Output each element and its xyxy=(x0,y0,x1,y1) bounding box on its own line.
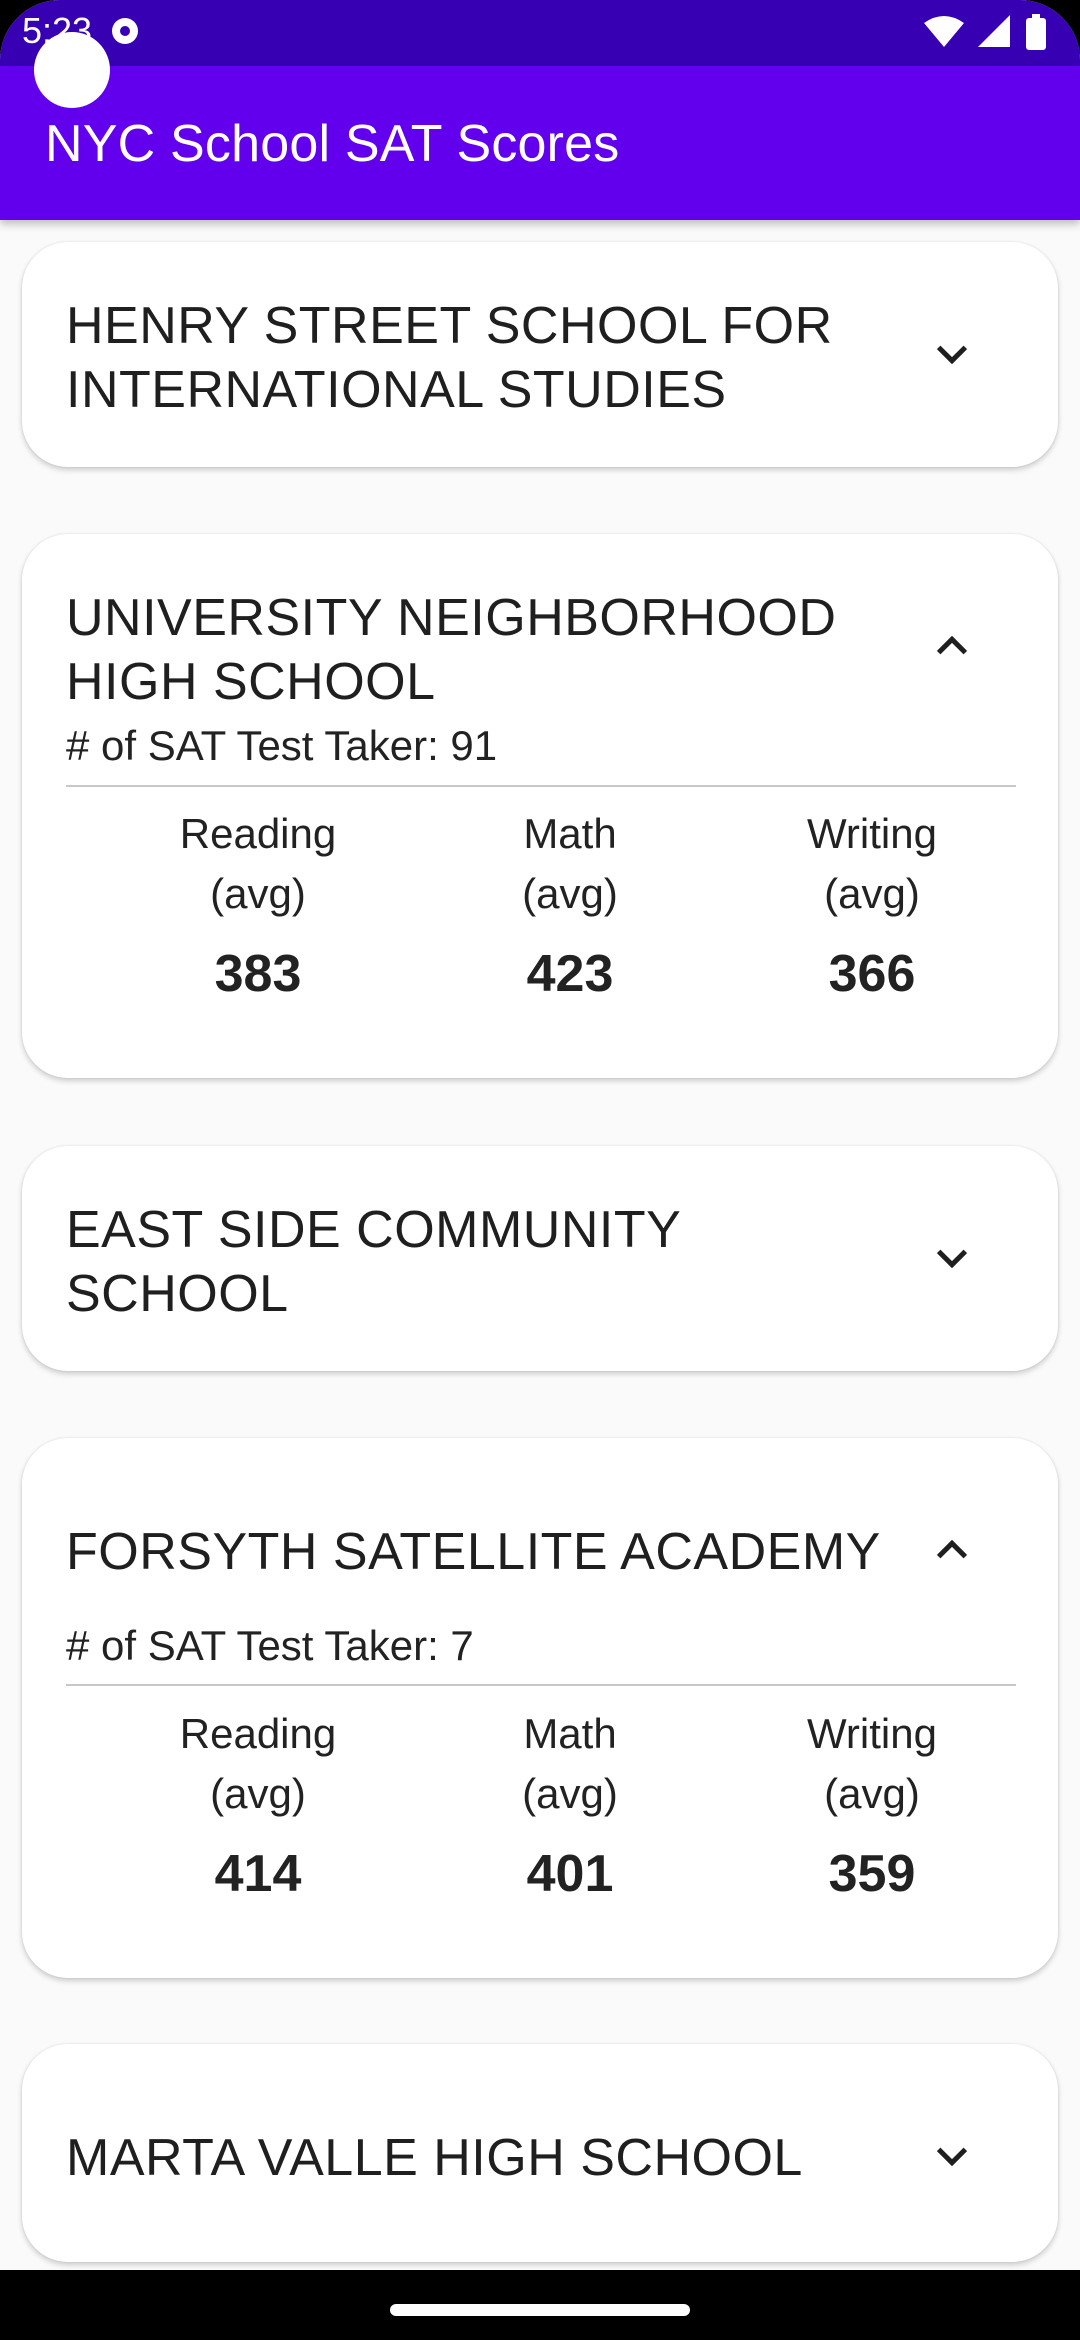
school-name: MARTA VALLE HIGH SCHOOL xyxy=(66,2129,803,2187)
signal-icon xyxy=(978,15,1010,47)
chevron-down-icon[interactable] xyxy=(932,2136,972,2176)
school-card-university-neighborhood[interactable]: UNIVERSITY NEIGHBORHOOD HIGH SCHOOL # of… xyxy=(22,534,1058,1078)
school-name: UNIVERSITY NEIGHBORHOOD HIGH SCHOOL xyxy=(66,589,837,711)
math-value: 401 xyxy=(526,1845,614,1903)
school-card-east-side[interactable]: EAST SIDE COMMUNITY SCHOOL xyxy=(22,1146,1058,1371)
school-name: HENRY STREET SCHOOL FOR INTERNATIONAL ST… xyxy=(66,297,833,419)
writing-label: Writing (avg) xyxy=(807,810,937,917)
navigation-bar xyxy=(0,2270,1080,2340)
test-taker-count: # of SAT Test Taker: 91 xyxy=(66,722,498,769)
media-notification-icon xyxy=(112,18,138,44)
reading-value: 414 xyxy=(214,1845,302,1903)
app-screen: 5:23 NYC School SAT Scores HENRY STREET … xyxy=(0,0,1080,2340)
status-bar: 5:23 xyxy=(0,0,1080,66)
reading-score: Reading (avg) 383 xyxy=(128,804,388,1004)
chevron-down-icon[interactable] xyxy=(932,1238,972,1278)
math-score: Math (avg) 423 xyxy=(440,804,700,1004)
app-bar: NYC School SAT Scores xyxy=(0,66,1080,220)
math-score: Math (avg) 401 xyxy=(440,1704,700,1904)
writing-score: Writing (avg) 366 xyxy=(742,804,1002,1004)
school-name: FORSYTH SATELLITE ACADEMY xyxy=(66,1523,881,1581)
school-name: EAST SIDE COMMUNITY SCHOOL xyxy=(66,1201,681,1323)
math-value: 423 xyxy=(526,945,614,1003)
reading-value: 383 xyxy=(214,945,302,1003)
reading-label: Reading (avg) xyxy=(179,1710,337,1817)
school-card-forsyth-satellite[interactable]: FORSYTH SATELLITE ACADEMY # of SAT Test … xyxy=(22,1438,1058,1978)
chevron-up-icon[interactable] xyxy=(932,626,972,666)
status-icons xyxy=(924,14,1046,50)
reading-score: Reading (avg) 414 xyxy=(128,1704,388,1904)
writing-value: 359 xyxy=(828,1845,916,1903)
writing-score: Writing (avg) 359 xyxy=(742,1704,1002,1904)
chevron-up-icon[interactable] xyxy=(932,1530,972,1570)
reading-label: Reading (avg) xyxy=(179,810,337,917)
school-card-henry-street[interactable]: HENRY STREET SCHOOL FOR INTERNATIONAL ST… xyxy=(22,242,1058,467)
school-card-marta-valle[interactable]: MARTA VALLE HIGH SCHOOL xyxy=(22,2044,1058,2262)
math-label: Math (avg) xyxy=(522,810,618,917)
divider xyxy=(66,1684,1016,1686)
battery-icon xyxy=(1026,14,1046,50)
home-gesture-handle[interactable] xyxy=(390,2304,690,2316)
chevron-down-icon[interactable] xyxy=(932,334,972,374)
test-taker-count: # of SAT Test Taker: 7 xyxy=(66,1622,474,1669)
writing-label: Writing (avg) xyxy=(807,1710,937,1817)
wifi-icon xyxy=(924,16,964,47)
camera-cutout xyxy=(34,32,110,108)
page-title: NYC School SAT Scores xyxy=(45,115,620,173)
divider xyxy=(66,785,1016,787)
writing-value: 366 xyxy=(828,945,916,1003)
math-label: Math (avg) xyxy=(522,1710,618,1817)
